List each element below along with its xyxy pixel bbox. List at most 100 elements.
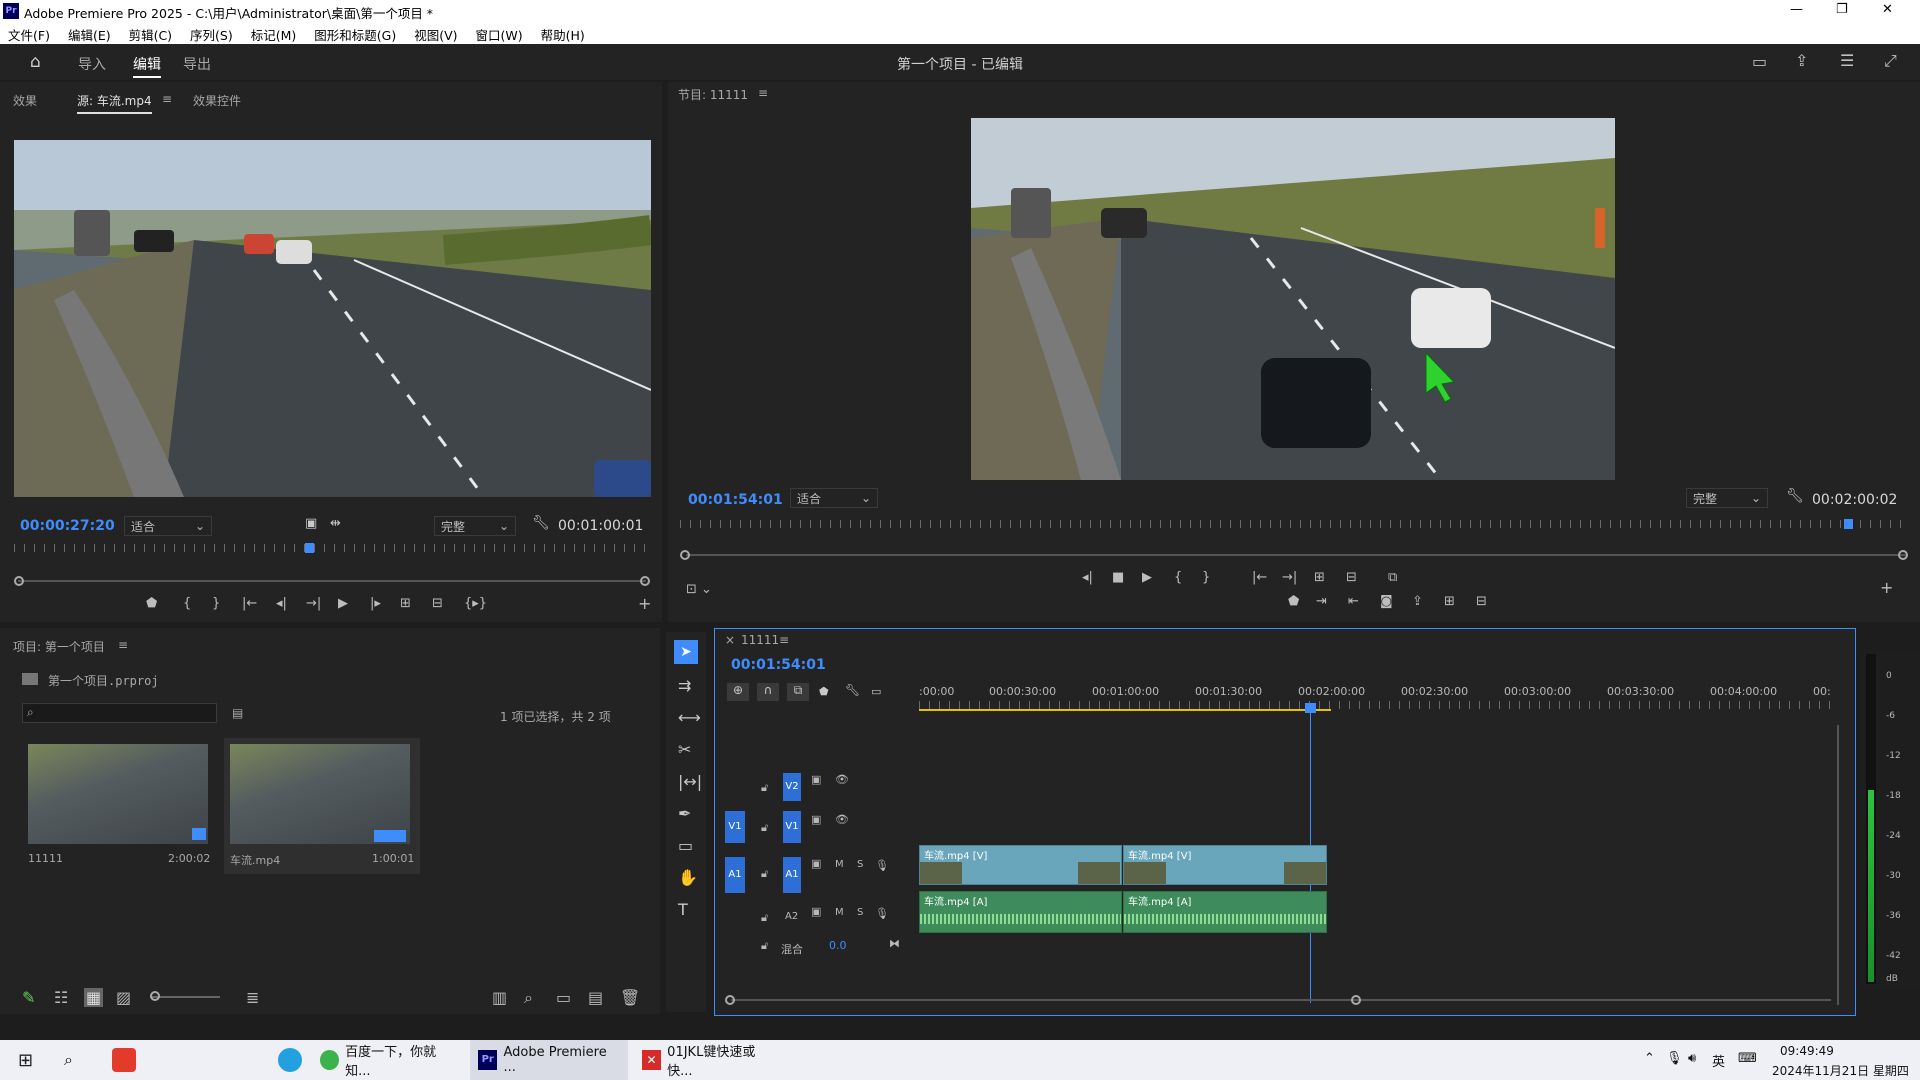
- edge-browser-button[interactable]: [270, 1040, 310, 1080]
- audio-clip[interactable]: 车流.mp4 [A]: [919, 891, 1122, 933]
- source-quality-dropdown[interactable]: 完整 ⌄: [434, 516, 516, 536]
- list-view-icon[interactable]: ☷: [54, 988, 68, 1007]
- video-clip[interactable]: 车流.mp4 [V]: [919, 845, 1122, 885]
- icon-view-icon[interactable]: ▦: [84, 988, 104, 1007]
- tab-export[interactable]: 导出: [183, 54, 211, 74]
- sync-lock-icon[interactable]: ▣: [811, 813, 821, 826]
- mute-button[interactable]: M: [835, 859, 844, 870]
- sequence-tab[interactable]: 11111: [741, 633, 779, 647]
- timeline-ruler[interactable]: :00:00 00:00:30:00 00:01:00:00 00:01:30:…: [919, 677, 1839, 711]
- source-scroll-handle-left[interactable]: [14, 576, 24, 586]
- go-to-next-edit-icon[interactable]: ⇤: [1348, 594, 1359, 609]
- drag-video-icon[interactable]: ⇹: [330, 516, 341, 531]
- new-item-icon[interactable]: ▤: [588, 988, 603, 1007]
- go-to-in-icon[interactable]: |←: [242, 596, 257, 611]
- work-area-bar[interactable]: [919, 709, 1331, 711]
- solo-button[interactable]: S: [857, 859, 863, 870]
- project-menu-icon[interactable]: ≡: [118, 638, 128, 652]
- source-fit-dropdown[interactable]: 适合 ⌄: [124, 516, 212, 536]
- wrench-icon[interactable]: 🔧︎: [845, 683, 860, 697]
- lock-icon[interactable]: 🔓︎: [761, 939, 768, 953]
- add-marker-icon[interactable]: ⬟: [1288, 594, 1299, 609]
- source-tab-menu-icon[interactable]: ≡: [162, 92, 172, 106]
- app-icon-red[interactable]: [104, 1040, 144, 1080]
- tab-edit[interactable]: 编辑: [133, 54, 161, 78]
- find-icon[interactable]: ⌕: [524, 988, 533, 1008]
- play-icon[interactable]: ▶: [1142, 570, 1152, 585]
- keyboard-icon[interactable]: ⌨: [1738, 1051, 1757, 1066]
- add-button-icon[interactable]: +: [1880, 578, 1893, 597]
- microphone-icon[interactable]: 🎙︎: [875, 907, 889, 920]
- maximize-button[interactable]: ❐: [1836, 2, 1848, 17]
- go-to-out-icon[interactable]: →|: [306, 596, 321, 611]
- source-playhead[interactable]: [304, 543, 314, 553]
- clock-date[interactable]: 2024年11月21日 星期四: [1772, 1062, 1909, 1079]
- program-scroll-handle-right[interactable]: [1898, 550, 1908, 560]
- zoom-slider[interactable]: [150, 996, 220, 998]
- program-fit-dropdown[interactable]: 适合 ⌄: [790, 488, 878, 508]
- step-back-icon[interactable]: ◂|: [1082, 570, 1093, 585]
- play-icon[interactable]: ▶: [338, 596, 348, 611]
- source-zoom-scrollbar[interactable]: [18, 580, 646, 582]
- slip-tool-icon[interactable]: |↔|: [678, 772, 702, 791]
- comparison-view-icon[interactable]: ⊡ ⌄: [686, 582, 712, 597]
- home-icon[interactable]: ⌂: [30, 52, 41, 72]
- search-input[interactable]: ⌕: [22, 703, 217, 723]
- track-select-tool-icon[interactable]: ⇉: [678, 676, 691, 695]
- program-timecode[interactable]: 00:01:54:01: [688, 492, 783, 508]
- tab-import[interactable]: 导入: [78, 54, 106, 74]
- go-to-in-icon[interactable]: |←: [1252, 570, 1267, 585]
- menu-edit[interactable]: 编辑(E): [68, 28, 111, 43]
- audio-clip[interactable]: 车流.mp4 [A]: [1123, 891, 1327, 933]
- source-v1-patch[interactable]: V1: [725, 811, 745, 843]
- input-language[interactable]: 英: [1712, 1051, 1725, 1070]
- hand-tool-icon[interactable]: ✋: [678, 868, 698, 887]
- zoom-slider-handle[interactable]: [150, 991, 160, 1001]
- step-forward-icon[interactable]: |▸: [370, 596, 381, 611]
- captions-icon[interactable]: ▭: [871, 685, 881, 698]
- wrench-icon[interactable]: 🔧︎: [1786, 488, 1804, 504]
- timeline-timecode[interactable]: 00:01:54:01: [731, 657, 826, 673]
- tab-effect-controls[interactable]: 效果控件: [193, 92, 241, 109]
- track-v1-target[interactable]: V1: [783, 811, 801, 843]
- lift-icon[interactable]: ⊞: [1314, 570, 1325, 585]
- lock-icon[interactable]: 🔓︎: [761, 781, 768, 795]
- video-clip[interactable]: 车流.mp4 [V]: [1123, 845, 1327, 885]
- track-a2-label[interactable]: A2: [785, 911, 798, 922]
- wrench-icon[interactable]: 🔧︎: [532, 515, 550, 531]
- program-scroll-handle-left[interactable]: [680, 550, 690, 560]
- microphone-icon[interactable]: 🎙︎: [875, 859, 889, 872]
- ripple-edit-tool-icon[interactable]: ⟷: [678, 708, 701, 727]
- project-item[interactable]: 车流.mp4 1:00:01: [224, 738, 420, 874]
- tab-effects[interactable]: 效果: [13, 92, 37, 109]
- volume-icon[interactable]: 🔊︎: [1688, 1051, 1696, 1066]
- extract-icon[interactable]: ⊟: [1346, 570, 1357, 585]
- step-back-icon[interactable]: ◂|: [276, 596, 287, 611]
- export-frame-button-icon[interactable]: {▸}: [464, 596, 487, 611]
- mark-in-icon[interactable]: {: [1174, 570, 1182, 585]
- camera-icon[interactable]: ◙: [1380, 594, 1393, 609]
- share-icon[interactable]: ⇪: [1795, 51, 1808, 70]
- overwrite-icon[interactable]: ⊟: [1476, 594, 1487, 609]
- linked-selection-icon[interactable]: ⧉: [787, 683, 809, 701]
- sequence-close-icon[interactable]: ×: [725, 633, 735, 647]
- horizontal-scroll-handle-left[interactable]: [725, 995, 735, 1005]
- sequence-menu-icon[interactable]: ≡: [779, 633, 789, 647]
- insert-icon[interactable]: ⊞: [400, 596, 411, 611]
- close-button[interactable]: ✕: [1882, 2, 1893, 17]
- panel-layout-icon[interactable]: ▭: [1752, 52, 1767, 71]
- track-v2-target[interactable]: V2: [783, 773, 801, 801]
- minimize-button[interactable]: —: [1790, 2, 1803, 17]
- new-bin-icon[interactable]: ▤: [232, 706, 243, 720]
- go-to-out-icon[interactable]: →|: [1282, 570, 1297, 585]
- project-item[interactable]: 11111 2:00:02: [28, 744, 210, 872]
- eye-icon[interactable]: 👁︎: [835, 773, 849, 786]
- add-marker-icon[interactable]: ⬟: [146, 596, 157, 611]
- program-quality-dropdown[interactable]: 完整 ⌄: [1686, 488, 1768, 508]
- source-timecode[interactable]: 00:00:27:20: [20, 518, 115, 534]
- program-menu-icon[interactable]: ≡: [758, 86, 768, 100]
- taskbar-item-premiere[interactable]: Pr Adobe Premiere ...: [470, 1040, 628, 1080]
- add-marker-icon[interactable]: ⬟: [819, 685, 829, 698]
- source-time-ruler[interactable]: [14, 544, 646, 552]
- sync-lock-icon[interactable]: ▣: [811, 773, 821, 786]
